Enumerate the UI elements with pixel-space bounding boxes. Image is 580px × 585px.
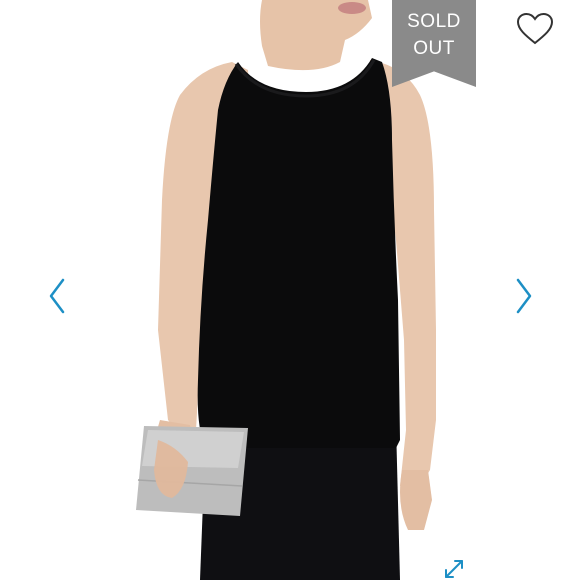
- black-tank-top: [197, 58, 400, 448]
- favorite-button[interactable]: [516, 12, 554, 46]
- chevron-right-icon: [516, 278, 532, 314]
- next-image-button[interactable]: [513, 276, 535, 316]
- expand-arrows-icon: [445, 560, 463, 578]
- heart-outline-icon: [516, 12, 554, 45]
- sold-out-line-1: SOLD: [407, 11, 461, 32]
- product-photo: [0, 0, 580, 580]
- chevron-left-icon: [49, 278, 65, 314]
- model-lips: [338, 2, 366, 14]
- previous-image-button[interactable]: [46, 276, 68, 316]
- sold-out-line-2: OUT: [413, 38, 455, 59]
- silver-clutch: [136, 426, 248, 516]
- expand-image-button[interactable]: [442, 558, 466, 580]
